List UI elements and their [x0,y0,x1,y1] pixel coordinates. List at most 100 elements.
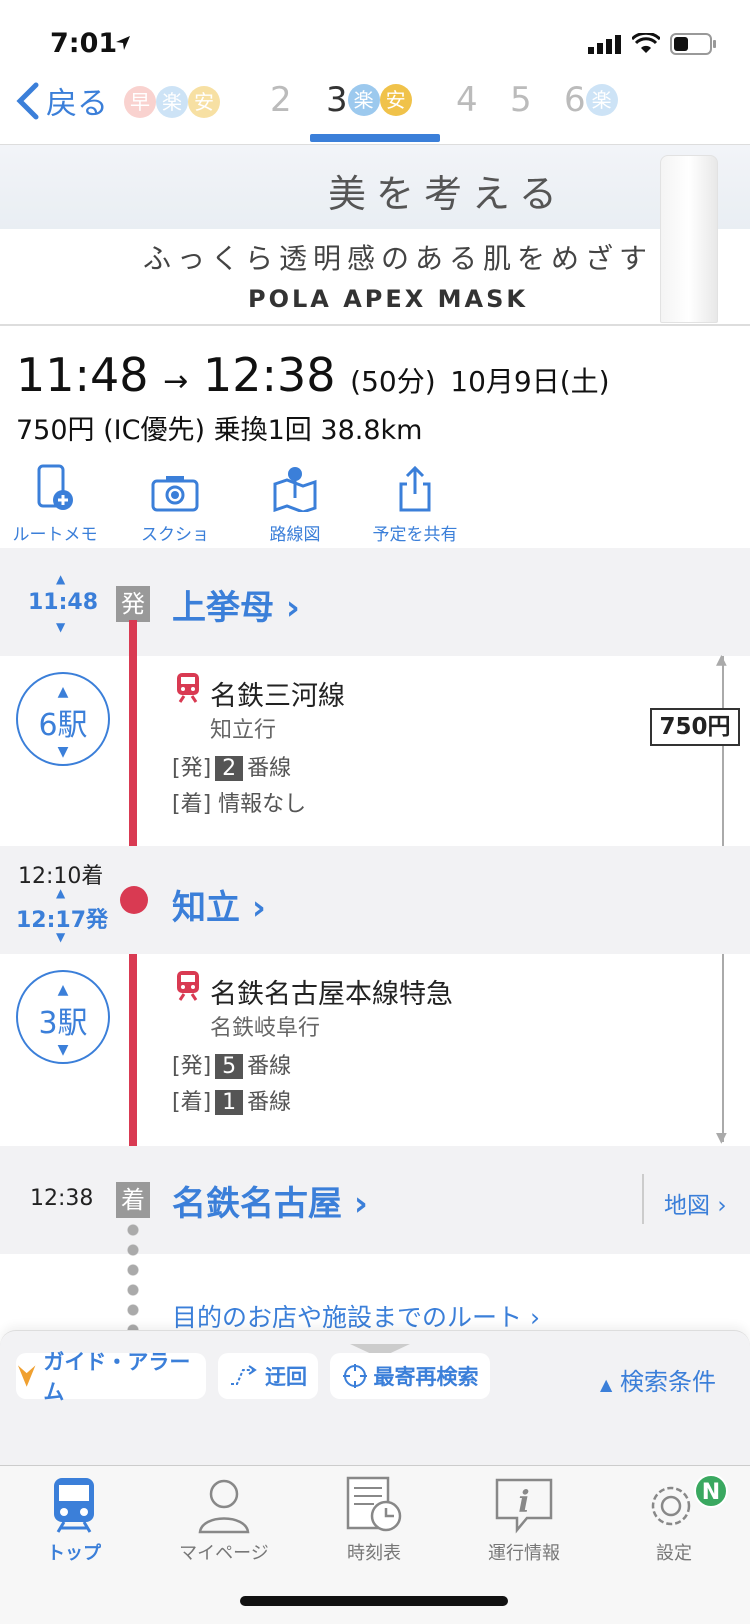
train-icon [177,971,199,1001]
duration: (50分) [350,365,436,398]
search-conditions-button[interactable]: ▲ 検索条件 [600,1362,716,1397]
route-memo-label: ルートメモ [12,525,98,545]
platform-number: 5 [215,1054,244,1079]
arrive-time: 12:38 [202,348,336,402]
timetable-icon [346,1476,402,1532]
origin-station-link[interactable]: 上挙母 › [172,580,300,629]
battery-icon [670,33,716,55]
route-tab-4[interactable]: 4 [456,80,478,120]
origin-time: 11:48 [28,590,99,615]
leg1-stops-button[interactable]: ▲ 6駅 ▼ [16,672,110,766]
time-down-icon[interactable]: ▼ [56,930,65,944]
tab-timetable[interactable]: 時刻表 [304,1476,444,1565]
tab-mypage[interactable]: マイページ [154,1476,294,1565]
share-button[interactable]: 予定を共有 [360,462,470,545]
back-button[interactable]: 戻る [14,78,108,123]
leg1-line-name: 名鉄三河線 [210,681,345,712]
route-tab-5[interactable]: 5 [510,80,532,120]
route-summary-times: 11:48 → 12:38 (50分) 10月9日(土) [16,348,610,402]
route-tab-1[interactable]: 早 楽 安 [124,86,220,118]
chevron-right-icon: › [285,588,300,628]
leg2-destination: 名鉄岐阜行 [210,1016,321,1041]
crosshair-icon [342,1364,367,1388]
screenshot-button[interactable]: スクショ [120,462,230,545]
travel-date: 10月9日(土) [450,365,610,398]
origin-row[interactable] [0,548,750,656]
map-pin-icon [273,467,317,512]
tab-top[interactable]: トップ [4,1476,144,1565]
map-link[interactable]: 地図 › [664,1186,727,1220]
destination-time: 12:38 [30,1186,94,1211]
guide-alarm-button[interactable]: ガイド・アラーム [16,1350,206,1404]
nearest-search-button[interactable]: 最寄再検索 [330,1353,490,1399]
depart-label: [発] [172,1054,212,1079]
route-tab-6[interactable]: 6 楽 [564,80,618,120]
expand-down-icon: ▼ [57,744,69,760]
destination-station-link[interactable]: 名鉄名古屋 › [172,1176,368,1225]
tab-settings-label: 設定 [656,1543,692,1564]
expand-down-icon: ▼ [57,1042,69,1058]
leg2-depart-platform: [発] 5 番線 [172,1048,291,1080]
expand-up-icon: ▲ [57,684,69,700]
leg1-arrive-platform: [着] 情報なし [172,786,306,818]
badge-yasu: 安 [379,84,412,116]
time-up-icon[interactable]: ▲ [56,572,65,586]
tab-service-info-label: 運行情報 [488,1543,560,1564]
route-map-button[interactable]: 路線図 [240,462,350,545]
wifi-icon [632,33,660,53]
status-icons [588,32,718,56]
svg-text:i: i [518,1485,529,1520]
ad-headline: 美を考える [328,172,567,216]
share-label: 予定を共有 [372,525,458,545]
transfer-station-name: 知立 [172,888,240,928]
route-tab-2[interactable]: 2 [270,80,292,120]
ad-banner[interactable]: 美を考える ふっくら透明感のある肌をめざす POLA APEX MASK [0,144,750,326]
cellular-signal-icon [588,35,621,54]
platform-number: 1 [215,1090,244,1115]
time-up-icon[interactable]: ▲ [56,886,65,900]
expand-up-icon: ▲ [57,982,69,998]
route-tab-3[interactable]: 3 楽 安 [326,80,412,120]
route-tabs: 戻る 早 楽 安 2 3 楽 安 4 5 6 楽 [0,66,750,144]
leg2-stops-button[interactable]: ▲ 3駅 ▼ [16,970,110,1064]
detour-button[interactable]: 迂回 [218,1353,318,1399]
leg1-depart-platform: [発] 2 番線 [172,750,291,782]
leg2-line-name: 名鉄名古屋本線特急 [210,979,453,1010]
arrive-info: 情報なし [218,792,307,817]
train-icon [54,1478,94,1533]
transfer-station-link[interactable]: 知立 › [172,880,266,929]
route-memo-button[interactable]: ルートメモ [0,462,110,545]
guide-arrow-icon [17,1365,36,1387]
depart-badge: 発 [116,586,150,622]
guide-alarm-label: ガイド・アラーム [43,1350,191,1404]
nearest-search-label: 最寄再検索 [373,1365,479,1389]
walk-route-link[interactable]: 目的のお店や施設までのルート › [172,1298,540,1334]
ad-product: POLA APEX MASK [248,285,528,313]
chevron-left-icon [16,82,39,119]
leg1-stops: 6駅 [38,708,88,743]
leg2-arrive-platform: [着] 1 番線 [172,1084,291,1116]
platform-suffix: 番線 [247,1090,292,1115]
time-down-icon[interactable]: ▼ [56,620,65,634]
bracket-up-icon: ▲ [716,652,727,668]
leg1-destination: 知立行 [210,718,277,743]
tab-timetable-label: 時刻表 [347,1543,401,1564]
tab-service-info[interactable]: i 運行情報 [454,1476,594,1565]
route-tab-6-num: 6 [564,80,586,120]
share-icon [399,465,431,512]
screenshot-label: スクショ [141,525,209,545]
back-label: 戻る [46,86,108,122]
destination-row[interactable] [0,1146,750,1254]
depart-label: [発] [172,756,212,781]
info-bubble-icon: i [495,1478,553,1534]
train-icon [177,673,199,703]
destination-station-name: 名鉄名古屋 [172,1184,342,1224]
transfer-row[interactable] [0,846,750,954]
badge-yasu: 安 [188,86,220,118]
fare-label: 750円 [650,708,740,746]
map-label: 地図 [664,1193,710,1219]
caret-up-icon: ▲ [600,1375,613,1394]
chevron-right-icon: › [353,1184,368,1224]
home-indicator[interactable] [240,1596,508,1606]
badge-haya: 早 [124,86,156,118]
